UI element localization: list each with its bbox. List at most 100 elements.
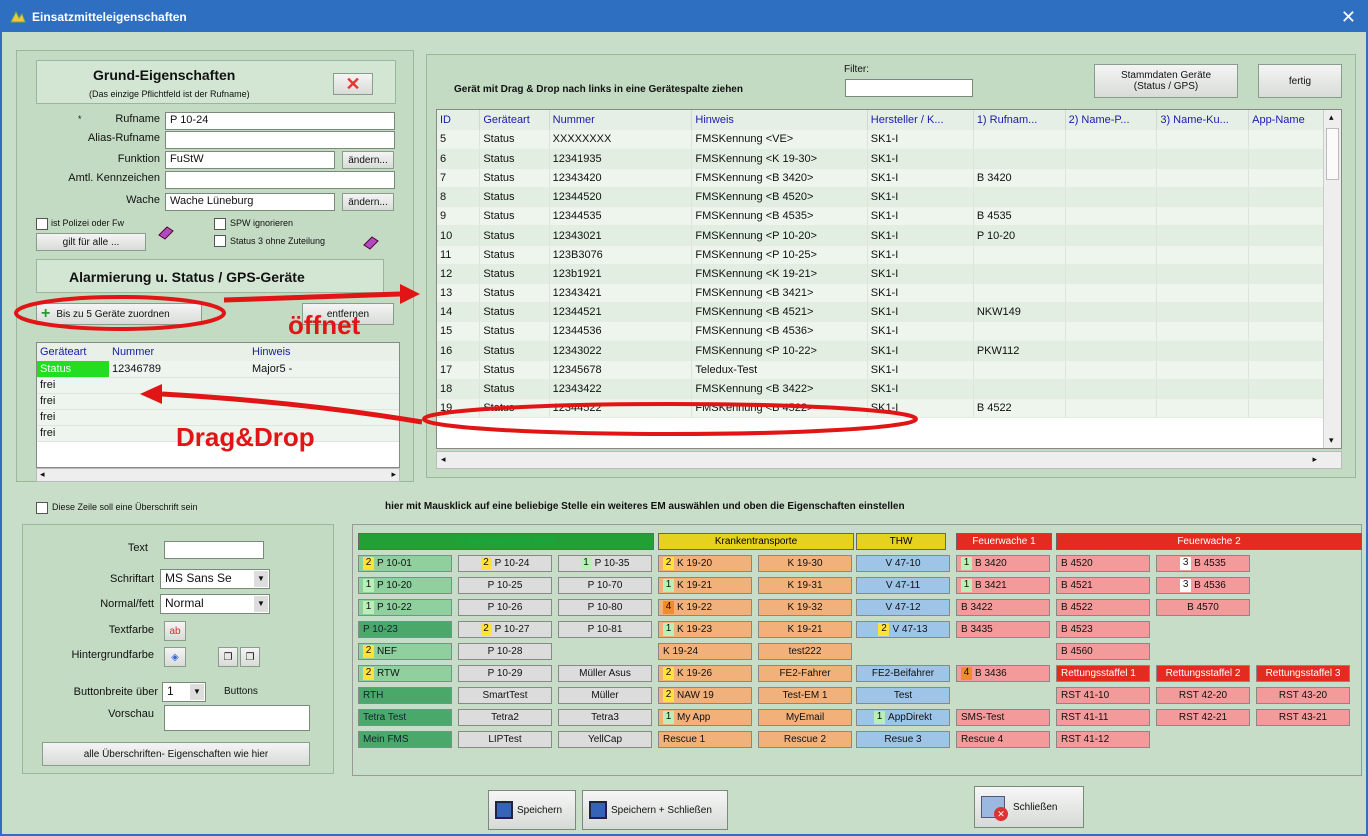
table-row[interactable]: 12 Status 123b1921 FMSKennung <K 19-21> SK1-… (437, 264, 1341, 285)
em-button[interactable]: Resue 3 (856, 731, 950, 748)
text-input[interactable] (164, 541, 264, 559)
scroll-left-icon[interactable]: ◂ (40, 469, 45, 480)
em-button[interactable]: 3B 4536 (1156, 577, 1250, 594)
em-button[interactable]: 1P 10-22 (358, 599, 452, 616)
scroll-left-icon[interactable]: ◂ (441, 454, 446, 465)
em-button[interactable]: RST 41-12 (1056, 731, 1150, 748)
wache-input[interactable]: Wache Lüneburg (165, 193, 335, 211)
table-row[interactable]: 5 Status XXXXXXXX FMSKennung <VE> SK1-I (437, 130, 1341, 150)
stammdaten-button[interactable]: Stammdaten Geräte (Status / GPS) (1094, 64, 1238, 98)
horizontal-scrollbar[interactable]: ◂ ▸ (36, 468, 400, 482)
col-header[interactable]: Geräteart (479, 110, 550, 130)
em-button[interactable]: 2 NAW 19 (658, 687, 752, 704)
scroll-thumb[interactable] (1326, 128, 1339, 180)
em-button[interactable]: Mein FMS (358, 731, 452, 748)
col-header[interactable]: Nummer (549, 110, 693, 130)
em-button[interactable]: 1K 19-21 (658, 577, 752, 594)
table-row[interactable]: 16 Status 12343022 FMSKennung <P 10-22> SK1-… (437, 341, 1341, 361)
em-button[interactable]: Rescue 2 (758, 731, 852, 748)
table-row[interactable]: 6 Status 12341935 FMSKennung <K 19-30> SK1-I (437, 149, 1341, 169)
em-button[interactable]: 2P 10-27 (458, 621, 552, 638)
funktion-input[interactable]: FuStW (165, 151, 335, 169)
em-button[interactable]: 1 AppDirekt (856, 709, 950, 726)
em-button[interactable]: LIPTest (458, 731, 552, 748)
group-header[interactable]: Feuerwache 1 (956, 533, 1052, 550)
headline-checkbox[interactable] (36, 502, 48, 514)
clear-button[interactable]: ✕ (333, 73, 373, 95)
em-button[interactable]: Test (856, 687, 950, 704)
em-button[interactable]: 1B 3421 (956, 577, 1050, 594)
em-button[interactable]: K 19-32 (758, 599, 852, 616)
em-button[interactable]: RST 43-21 (1256, 709, 1350, 726)
em-button[interactable]: 1 My App (658, 709, 752, 726)
col-header[interactable]: Geräteart (37, 343, 109, 361)
table-row[interactable]: 7 Status 12343420 FMSKennung <B 3420> SK1-I B… (437, 168, 1341, 189)
em-button[interactable]: B 4522 (1056, 599, 1150, 616)
em-button[interactable]: RTH (358, 687, 452, 704)
table-row[interactable]: 19 Status 12344522 FMSKennung <B 4522> SK1-I… (437, 398, 1341, 419)
em-button[interactable]: RST 42-21 (1156, 709, 1250, 726)
em-button[interactable]: 2 RTW (358, 665, 452, 682)
em-button[interactable]: RST 41-11 (1056, 709, 1150, 726)
em-button[interactable]: V 47-11 (856, 577, 950, 594)
em-button[interactable]: 3B 4535 (1156, 555, 1250, 572)
em-button[interactable]: Rescue 1 (658, 731, 752, 748)
weight-select[interactable]: Normal ▼ (160, 594, 270, 614)
em-button[interactable]: 2 NEF (358, 643, 452, 660)
close-icon[interactable]: ✕ (1341, 7, 1356, 28)
book-icon[interactable] (362, 235, 380, 251)
em-button[interactable]: K 19-31 (758, 577, 852, 594)
save-button[interactable]: Speichern (488, 790, 576, 830)
table-row[interactable]: 11 Status 123B3076 FMSKennung <P 10-25> SK1-… (437, 245, 1341, 265)
table-row[interactable]: 9 Status 12344535 FMSKennung <B 4535> SK1-I B… (437, 206, 1341, 227)
em-button[interactable]: FE2-Beifahrer (856, 665, 950, 682)
em-button[interactable]: P 10-25 (458, 577, 552, 594)
dropdown-arrow-icon[interactable]: ▼ (190, 684, 204, 700)
em-button[interactable]: YellCap (558, 731, 652, 748)
em-button[interactable]: P 10-70 (558, 577, 652, 594)
table-row[interactable]: frei (37, 393, 399, 410)
em-button[interactable]: K 19-24 (658, 643, 752, 660)
em-button[interactable]: 2P 10-24 (458, 555, 552, 572)
kennzeichen-input[interactable] (165, 171, 395, 189)
em-button[interactable]: P 10-26 (458, 599, 552, 616)
scroll-down-icon[interactable]: ▾ (1329, 435, 1334, 446)
em-button[interactable]: P 10-29 (458, 665, 552, 682)
width-select[interactable]: 1 ▼ (162, 682, 206, 702)
em-button[interactable]: RST 41-10 (1056, 687, 1150, 704)
em-button[interactable]: MyEmail (758, 709, 852, 726)
em-button[interactable]: RST 43-20 (1256, 687, 1350, 704)
em-button[interactable]: 4B 3436 (956, 665, 1050, 682)
em-button[interactable]: Rettungsstaffel 2 (1156, 665, 1250, 682)
filter-input[interactable] (845, 79, 973, 97)
col-header[interactable]: 2) Name-P... (1065, 110, 1158, 130)
em-button[interactable]: 2K 19-20 (658, 555, 752, 572)
em-button[interactable]: B 4560 (1056, 643, 1150, 660)
group-header[interactable]: Feuerwache 2 (1056, 533, 1362, 550)
em-button[interactable]: V 47-10 (856, 555, 950, 572)
scroll-right-icon[interactable]: ▸ (1312, 454, 1317, 465)
save-close-button[interactable]: Speichern + Schließen (582, 790, 728, 830)
em-button[interactable]: Tetra Test (358, 709, 452, 726)
em-button[interactable]: K 19-21 (758, 621, 852, 638)
table-row[interactable]: frei (37, 377, 399, 394)
funktion-aendern-button[interactable]: ändern... (342, 151, 394, 169)
em-button[interactable]: 2K 19-26 (658, 665, 752, 682)
em-button[interactable]: P 10-23 (358, 621, 452, 638)
table-row[interactable]: 17 Status 12345678 Teledux-Test SK1-I (437, 360, 1341, 380)
table-row[interactable]: 14 Status 12344521 FMSKennung <B 4521> SK1-I… (437, 302, 1341, 323)
em-button[interactable]: P 10-28 (458, 643, 552, 660)
col-header[interactable]: Nummer (109, 343, 249, 361)
em-button[interactable]: K 19-30 (758, 555, 852, 572)
dropdown-arrow-icon[interactable]: ▼ (254, 596, 268, 612)
group-header[interactable]: Polizeiinspektion Nord (358, 533, 654, 550)
em-button[interactable]: Müller (558, 687, 652, 704)
em-button[interactable]: Tetra3 (558, 709, 652, 726)
em-button[interactable]: RST 42-20 (1156, 687, 1250, 704)
table-row[interactable]: 10 Status 12343021 FMSKennung <P 10-20> SK1-… (437, 225, 1341, 246)
em-button[interactable]: 2V 47-13 (856, 621, 950, 638)
scroll-right-icon[interactable]: ▸ (391, 469, 396, 480)
text-color-button[interactable]: ab (164, 621, 186, 641)
close-button[interactable]: ✕ Schließen (974, 786, 1084, 828)
vertical-scrollbar[interactable]: ▴ ▾ (1323, 110, 1341, 448)
